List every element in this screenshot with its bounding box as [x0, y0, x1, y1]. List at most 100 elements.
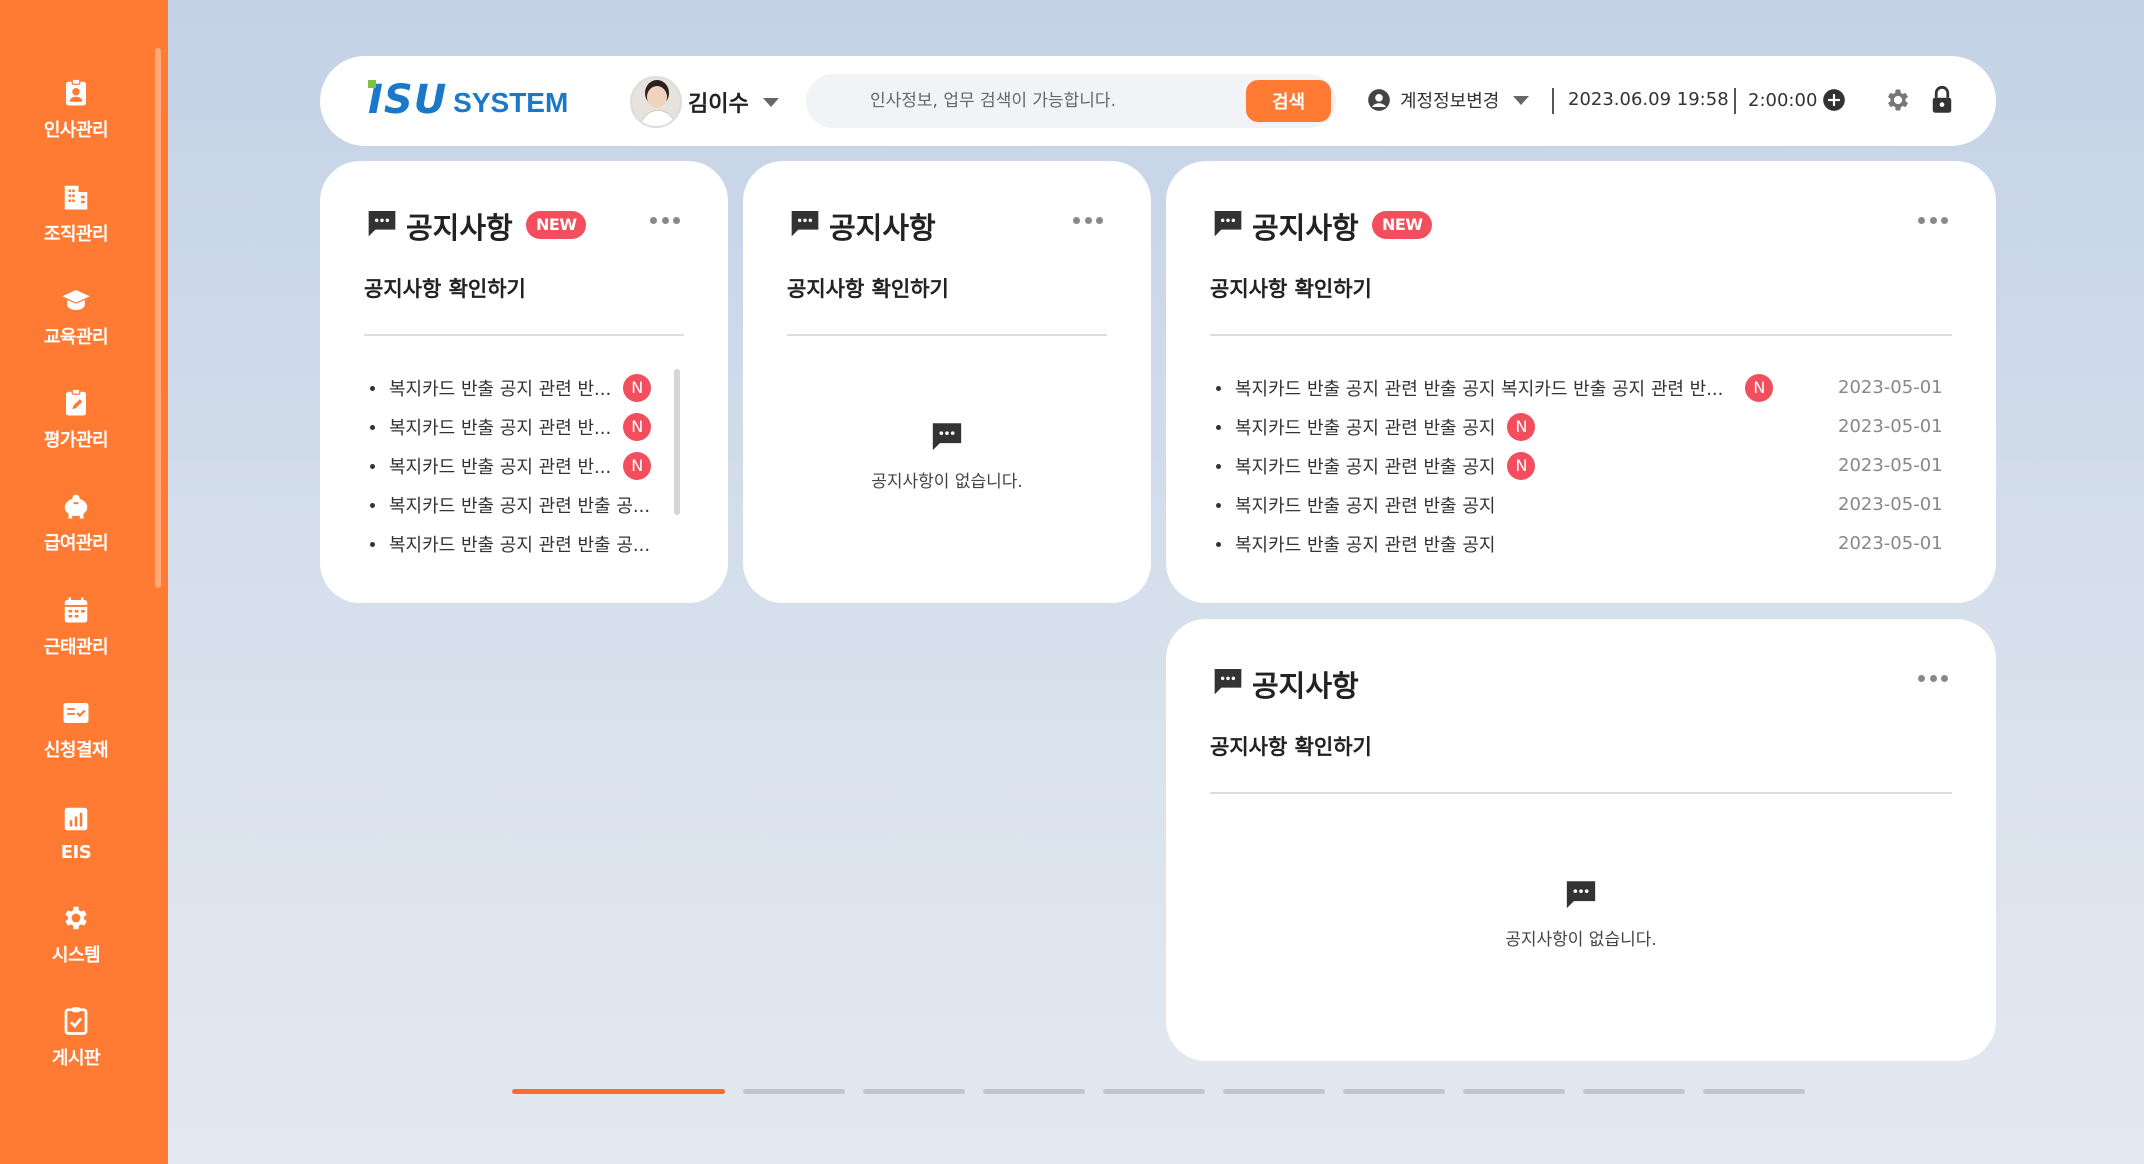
card-title: 공지사항 — [829, 211, 936, 245]
user-menu[interactable]: 김이수 — [630, 76, 779, 128]
new-indicator: N — [1507, 452, 1536, 480]
empty-state: 공지사항이 없습니다. — [1210, 877, 1952, 950]
sidebar-item-payroll[interactable]: 급여관리 — [0, 478, 152, 568]
sidebar-item-label: 평가관리 — [43, 430, 109, 451]
top-header: ISU SYSTEM 김이수 검색 계정정보변경 2023.06.09 19:5… — [320, 56, 1996, 146]
pager-dot-8[interactable] — [1463, 1089, 1565, 1094]
chevron-down-icon — [1513, 95, 1530, 105]
gear-icon[interactable] — [1884, 86, 1912, 114]
sidebar-item-approval[interactable]: 신청결재 — [0, 685, 152, 775]
notice-date: 2023-05-01 — [1838, 494, 1943, 515]
notice-card-2: 공지사항 공지사항 확인하기 공지사항이 없습니다. — [743, 161, 1151, 603]
card-subtitle[interactable]: 공지사항 확인하기 — [1210, 273, 1372, 303]
pager-dot-7[interactable] — [1343, 1089, 1445, 1094]
clipboard-check-icon — [64, 1007, 88, 1035]
plus-circle-icon[interactable] — [1821, 87, 1847, 113]
header-divider — [1734, 88, 1736, 114]
sidebar-item-label: EIS — [60, 841, 92, 863]
list-item[interactable]: 복지카드 반출 공지 관련 반출 공지 복지카드 반출 공지 관련 반... N — [1210, 373, 1774, 403]
more-icon[interactable] — [1073, 217, 1103, 227]
sidebar-item-org[interactable]: 조직관리 — [0, 169, 152, 259]
card-divider — [787, 334, 1107, 336]
isu-system-logo[interactable]: ISU SYSTEM — [368, 78, 568, 122]
sidebar-item-label: 게시판 — [51, 1048, 101, 1069]
notice-card-4: 공지사항 공지사항 확인하기 공지사항이 없습니다. — [1166, 619, 1996, 1061]
more-icon[interactable] — [1918, 217, 1948, 227]
user-circle-icon — [1368, 89, 1390, 111]
pager-dot-5[interactable] — [1103, 1089, 1205, 1094]
pager-dot-3[interactable] — [863, 1089, 965, 1094]
sidebar: 인사관리 조직관리 교육관리 평가관리 급여관리 근태관리 신청결재 EIS 시… — [0, 0, 168, 1164]
header-divider — [1552, 88, 1554, 114]
notice-date: 2023-05-01 — [1838, 377, 1943, 398]
sidebar-item-board[interactable]: 게시판 — [0, 993, 152, 1083]
message-icon — [1566, 881, 1596, 909]
sidebar-item-eis[interactable]: EIS — [0, 788, 152, 878]
graduation-cap-icon — [62, 290, 90, 310]
sidebar-item-evaluation[interactable]: 평가관리 — [0, 375, 152, 465]
session-timer: 2:00:00 — [1748, 87, 1847, 113]
piggy-bank-icon — [64, 494, 88, 519]
pager-dot-10[interactable] — [1703, 1089, 1805, 1094]
list-item[interactable]: 복지카드 반출 공지 관련 반출 공지 — [1210, 490, 1495, 520]
sidebar-item-hr[interactable]: 인사관리 — [0, 65, 152, 155]
sidebar-item-label: 인사관리 — [43, 120, 109, 141]
sidebar-item-label: 조직관리 — [43, 224, 109, 245]
clipboard-edit-icon — [66, 388, 86, 416]
search-bar: 검색 — [806, 74, 1336, 128]
id-badge-icon — [66, 78, 86, 106]
search-input[interactable] — [830, 74, 1190, 128]
list-item[interactable]: 복지카드 반출 공지 관련 반출 공지 N — [1210, 412, 1536, 442]
card-divider — [1210, 792, 1952, 794]
new-indicator: N — [1745, 374, 1774, 402]
list-item[interactable]: 복지카드 반출 공지 관련 반출 공... — [364, 490, 650, 520]
pager-dot-2[interactable] — [743, 1089, 845, 1094]
sidebar-item-education[interactable]: 교육관리 — [0, 272, 152, 362]
notice-date: 2023-05-01 — [1838, 455, 1943, 476]
account-settings-menu[interactable]: 계정정보변경 — [1366, 87, 1530, 113]
notice-card-3: 공지사항 NEW 공지사항 확인하기 복지카드 반출 공지 관련 반출 공지 복… — [1166, 161, 1996, 603]
card-subtitle[interactable]: 공지사항 확인하기 — [787, 273, 949, 303]
new-badge: NEW — [526, 211, 587, 239]
lock-icon[interactable] — [1928, 85, 1956, 115]
logo-dot — [368, 80, 376, 88]
sidebar-scrollbar[interactable] — [155, 48, 161, 588]
list-item[interactable]: 복지카드 반출 공지 관련 반출 공... — [364, 529, 650, 559]
new-indicator: N — [623, 452, 652, 480]
search-button[interactable]: 검색 — [1246, 80, 1331, 122]
card-subtitle[interactable]: 공지사항 확인하기 — [364, 273, 526, 303]
list-item[interactable]: 복지카드 반출 공지 관련 반... N — [364, 451, 652, 481]
chart-icon — [64, 807, 88, 830]
card-divider — [1210, 334, 1952, 336]
card-title: 공지사항 — [1252, 669, 1359, 703]
empty-message: 공지사항이 없습니다. — [871, 472, 1023, 492]
pager-dot-6[interactable] — [1223, 1089, 1325, 1094]
account-label: 계정정보변경 — [1400, 91, 1500, 112]
list-item[interactable]: 복지카드 반출 공지 관련 반출 공지 N — [1210, 451, 1536, 481]
card-title: 공지사항 — [406, 211, 513, 245]
sidebar-item-attendance[interactable]: 근태관리 — [0, 582, 152, 672]
pager-dot-1[interactable] — [512, 1089, 725, 1094]
calendar-icon — [64, 597, 88, 623]
current-datetime: 2023.06.09 19:58 — [1568, 89, 1729, 110]
pager-dot-9[interactable] — [1583, 1089, 1685, 1094]
notice-date: 2023-05-01 — [1838, 533, 1943, 554]
message-icon — [1214, 211, 1242, 237]
list-item[interactable]: 복지카드 반출 공지 관련 반출 공지 — [1210, 529, 1495, 559]
card-subtitle[interactable]: 공지사항 확인하기 — [1210, 731, 1372, 761]
new-indicator: N — [623, 413, 652, 441]
message-icon — [368, 211, 396, 237]
list-item[interactable]: 복지카드 반출 공지 관련 반... N — [364, 412, 652, 442]
empty-state: 공지사항이 없습니다. — [787, 419, 1107, 492]
sidebar-item-system[interactable]: 시스템 — [0, 890, 152, 980]
pager-dot-4[interactable] — [983, 1089, 1085, 1094]
list-scrollbar[interactable] — [674, 369, 680, 515]
empty-message: 공지사항이 없습니다. — [1505, 930, 1657, 950]
more-icon[interactable] — [1918, 675, 1948, 685]
message-icon — [932, 423, 962, 451]
building-icon — [64, 185, 88, 210]
list-item[interactable]: 복지카드 반출 공지 관련 반... N — [364, 373, 652, 403]
gear-icon — [65, 906, 87, 930]
more-icon[interactable] — [650, 217, 680, 227]
sidebar-item-label: 신청결재 — [43, 740, 109, 761]
